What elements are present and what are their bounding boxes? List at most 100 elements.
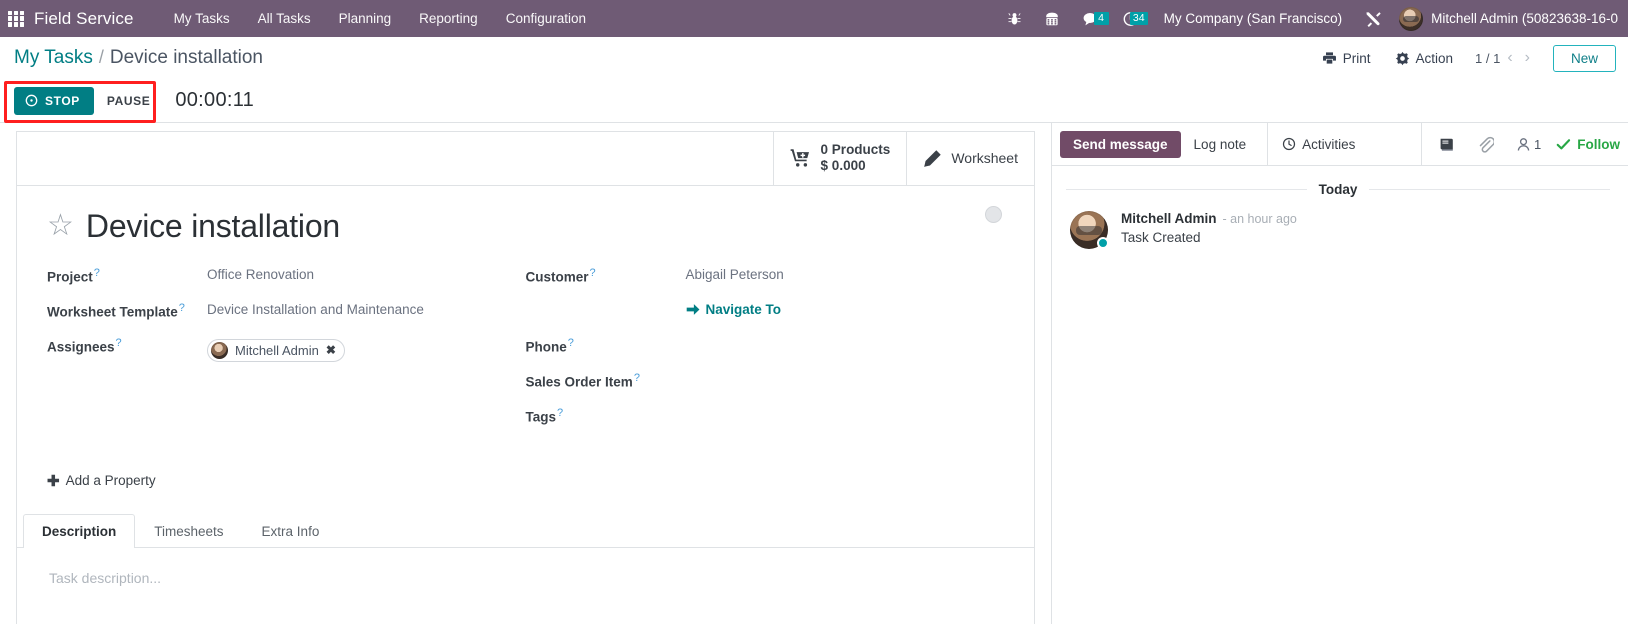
phone-voip-icon[interactable]: [1033, 11, 1071, 27]
action-button[interactable]: Action: [1383, 47, 1466, 70]
stop-timer-icon: [25, 94, 38, 107]
menu-item-all-tasks[interactable]: All Tasks: [244, 11, 325, 26]
products-stat-text: 0 Products $ 0.000: [821, 142, 891, 175]
field-tags: Tags?: [526, 401, 1005, 435]
field-value-customer[interactable]: Abigail Peterson: [686, 261, 784, 282]
app-brand[interactable]: Field Service: [34, 9, 134, 29]
activities-badge: 34: [1129, 11, 1148, 25]
activities-clock-icon[interactable]: 34: [1111, 11, 1150, 27]
field-value-assignees[interactable]: Mitchell Admin ✖: [207, 331, 345, 362]
assignee-tag[interactable]: Mitchell Admin ✖: [207, 338, 345, 362]
tab-description[interactable]: Description: [23, 513, 136, 548]
page-title: Device installation: [85, 207, 341, 244]
user-menu[interactable]: Mitchell Admin (50823638-16-0: [1393, 6, 1618, 31]
help-marker[interactable]: ?: [568, 337, 574, 349]
stop-label: STOP: [45, 93, 80, 108]
field-label-assignees: Assignees?: [47, 336, 122, 355]
followers-count: 1: [1534, 136, 1542, 152]
navigate-to-button[interactable]: Navigate To: [686, 296, 781, 317]
help-marker[interactable]: ?: [94, 267, 100, 279]
printer-icon: [1322, 52, 1336, 64]
help-marker[interactable]: ?: [116, 337, 122, 349]
print-label: Print: [1342, 50, 1371, 66]
remove-assignee-icon[interactable]: ✖: [326, 343, 336, 357]
add-property-label: Add a Property: [65, 473, 156, 489]
description-input[interactable]: Task description...: [49, 570, 1002, 586]
notebook-tabs: Description Timesheets Extra Info: [17, 513, 1034, 548]
field-label-tags: Tags?: [525, 406, 564, 425]
new-button[interactable]: New: [1552, 44, 1616, 72]
menu-item-reporting[interactable]: Reporting: [405, 11, 492, 26]
field-value-project[interactable]: Office Renovation: [207, 261, 314, 282]
tools-wrench-icon[interactable]: [1354, 10, 1393, 28]
help-marker[interactable]: ?: [179, 302, 185, 314]
plus-icon: ✚: [47, 472, 60, 490]
systray: 4 34 My Company (San Francisco) Mitchell…: [996, 6, 1618, 31]
chatter-right-tools: 1 Follow: [1421, 123, 1628, 166]
messages-icon[interactable]: 4: [1071, 11, 1111, 27]
paperclip-icon[interactable]: [1466, 136, 1505, 153]
tab-timesheets[interactable]: Timesheets: [135, 514, 242, 548]
log-note-button[interactable]: Log note: [1181, 131, 1260, 158]
print-button[interactable]: Print: [1310, 47, 1383, 70]
fields-left-column: Project? Office Renovation Worksheet Tem…: [47, 261, 526, 436]
activities-button[interactable]: Activities: [1267, 123, 1369, 166]
breadcrumb-root[interactable]: My Tasks: [14, 47, 93, 69]
products-amount: $ 0.000: [820, 158, 866, 174]
timer-value: 00:00:11: [175, 89, 255, 111]
check-icon: [1556, 138, 1571, 149]
star-outline-icon[interactable]: ☆: [47, 211, 74, 241]
menu-item-planning[interactable]: Planning: [325, 11, 406, 26]
field-label-worksheet-template: Worksheet Template?: [47, 301, 185, 320]
following-button[interactable]: Follow: [1552, 137, 1628, 152]
fields-grid: Project? Office Renovation Worksheet Tem…: [47, 261, 1004, 436]
worksheet-stat-button[interactable]: Worksheet: [906, 132, 1034, 185]
form-view: 0 Products $ 0.000 Worksheet ☆ Device in…: [0, 123, 1052, 624]
pencil-icon: [924, 150, 942, 167]
odoo-field-service-window: Field Service My Tasks All Tasks Plannin…: [0, 0, 1628, 624]
add-property-button[interactable]: ✚ Add a Property: [47, 472, 156, 490]
breadcrumb-separator: /: [98, 47, 104, 67]
messages-badge: 4: [1093, 11, 1109, 25]
message-header: Mitchell Admin - an hour ago: [1121, 211, 1297, 226]
breadcrumb-current: Device installation: [109, 47, 263, 68]
apps-grid-icon[interactable]: [8, 10, 24, 27]
worksheet-label: Worksheet: [951, 150, 1018, 167]
gear-icon: [1395, 51, 1409, 65]
message-author: Mitchell Admin: [1121, 211, 1217, 226]
followers-button[interactable]: 1: [1505, 137, 1552, 152]
user-name: Mitchell Admin (50823638-16-0: [1431, 11, 1618, 26]
menu-item-configuration[interactable]: Configuration: [492, 11, 600, 26]
navigate-to-row: Navigate To: [526, 296, 1005, 330]
field-worksheet-template: Worksheet Template? Device Installation …: [47, 296, 526, 330]
message-body: Task Created: [1121, 230, 1201, 245]
company-switcher[interactable]: My Company (San Francisco): [1150, 11, 1355, 26]
day-separator-label: Today: [1318, 182, 1358, 197]
products-stat-button[interactable]: 0 Products $ 0.000: [772, 132, 907, 185]
cart-plus-icon: [790, 149, 809, 168]
action-label: Action: [1415, 50, 1454, 66]
field-label-phone: Phone?: [525, 336, 574, 355]
help-marker[interactable]: ?: [634, 372, 640, 384]
tab-extra-info[interactable]: Extra Info: [243, 514, 339, 548]
help-marker[interactable]: ?: [557, 407, 563, 419]
field-value-worksheet-template[interactable]: Device Installation and Maintenance: [207, 296, 424, 317]
online-status-icon: [1097, 237, 1109, 249]
book-icon[interactable]: [1428, 137, 1466, 152]
chevron-left-icon[interactable]: ‹: [1502, 49, 1517, 67]
bug-icon[interactable]: [996, 11, 1033, 27]
sheet-content: ☆ Device installation Project? Office Re…: [17, 186, 1034, 491]
main-menu: My Tasks All Tasks Planning Reporting Co…: [160, 11, 600, 26]
stop-button[interactable]: STOP: [14, 86, 94, 115]
help-marker[interactable]: ?: [590, 267, 596, 279]
chevron-right-icon[interactable]: ›: [1520, 49, 1535, 67]
fields-right-column: Customer? Abigail Peterson Navigate To P…: [526, 261, 1005, 436]
pause-button[interactable]: PAUSE: [94, 87, 163, 115]
field-customer: Customer? Abigail Peterson: [526, 261, 1005, 295]
pager-value: 1 / 1: [1475, 50, 1501, 66]
kanban-state-circle-icon[interactable]: [985, 205, 1002, 223]
menu-item-my-tasks[interactable]: My Tasks: [160, 11, 244, 26]
timer-controls: STOP PAUSE: [14, 86, 163, 115]
send-message-button[interactable]: Send message: [1060, 130, 1181, 158]
form-sheet: 0 Products $ 0.000 Worksheet ☆ Device in…: [16, 131, 1035, 624]
